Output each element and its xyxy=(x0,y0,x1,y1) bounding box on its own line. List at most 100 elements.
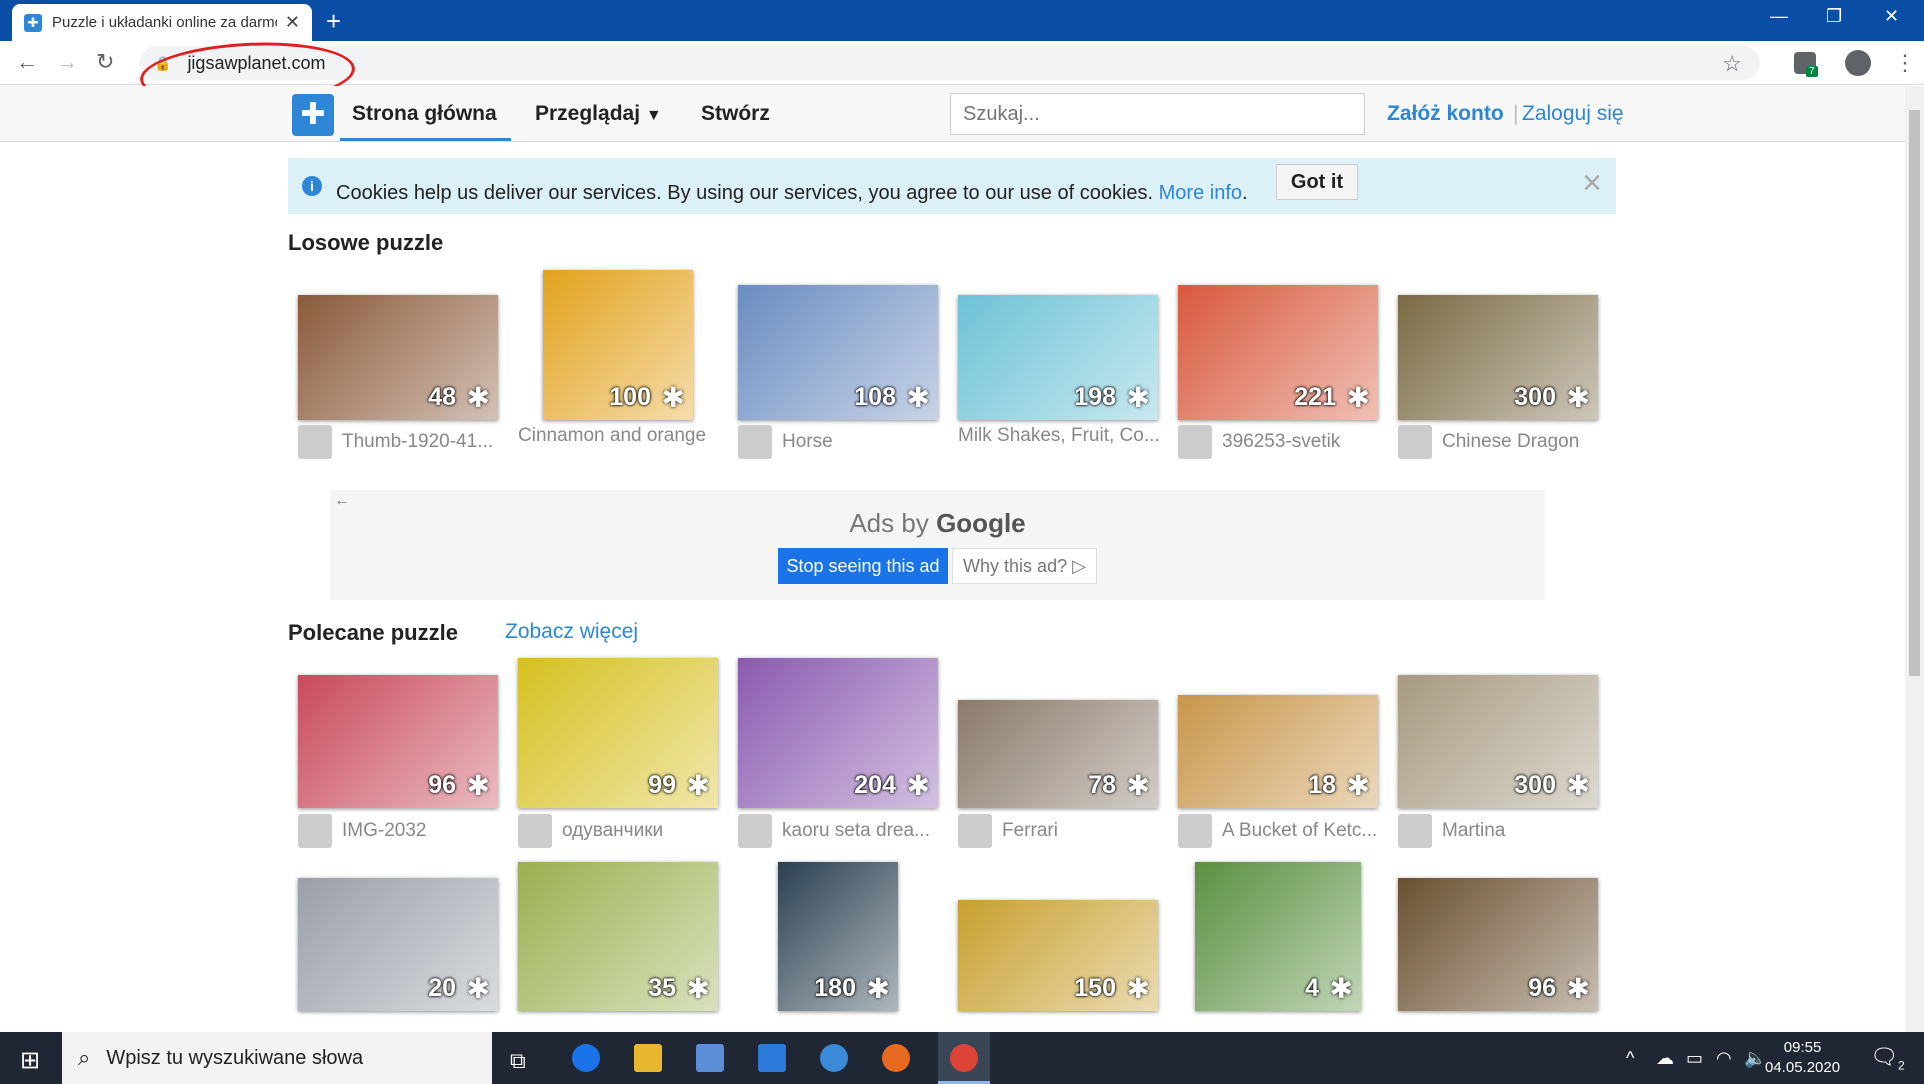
puzzle-name[interactable]: Milk Shakes, Fruit, Co... xyxy=(958,425,1160,447)
header-separator: | xyxy=(1513,102,1519,125)
nav-browse-label: Przeglądaj xyxy=(535,102,641,125)
puzzle-meta: одуванчики xyxy=(518,814,663,848)
puzzle-name[interactable]: Cinnamon and orange xyxy=(518,425,706,447)
forward-icon[interactable]: → xyxy=(56,49,78,75)
volume-icon[interactable]: 🔈 xyxy=(1744,1048,1766,1069)
avatar[interactable] xyxy=(1398,814,1432,848)
restore-icon[interactable]: ❐ xyxy=(1826,6,1842,27)
profile-icon[interactable] xyxy=(1845,50,1871,76)
taskbar-clock[interactable]: 09:55 04.05.2020 xyxy=(1765,1038,1840,1078)
piece-count: 48 xyxy=(428,383,456,411)
cookie-message: Cookies help us deliver our services. By… xyxy=(336,182,1248,204)
address-bar[interactable]: 🔒 jigsawplanet.com ☆ xyxy=(140,46,1760,80)
jigsawplanet-logo-icon[interactable]: ✚ xyxy=(292,94,334,136)
puzzle-meta: Cinnamon and orange xyxy=(518,425,706,447)
nav-browse[interactable]: Przeglądaj ▼ xyxy=(535,102,662,126)
scrollbar-thumb[interactable] xyxy=(1909,110,1920,676)
puzzle-name[interactable]: Horse xyxy=(782,431,833,453)
puzzle-name[interactable]: Thumb-1920-41... xyxy=(342,431,493,453)
taskbar-search[interactable]: ⌕ Wpisz tu wyszukiwane słowa xyxy=(62,1032,492,1084)
login-link[interactable]: Zaloguj się xyxy=(1522,102,1624,126)
puzzle-thumbnail[interactable]: 150 ✱ xyxy=(958,900,1158,1011)
cookie-text: Cookies help us deliver our services. By… xyxy=(336,182,1154,204)
kebab-menu-icon[interactable]: ⋮ xyxy=(1894,50,1916,76)
puzzle-name[interactable]: A Bucket of Ketc... xyxy=(1222,820,1377,842)
taskbar-search-text[interactable]: Wpisz tu wyszukiwane słowa xyxy=(106,1047,363,1070)
puzzle-thumbnail[interactable]: 180 ✱ xyxy=(778,862,898,1011)
avatar[interactable] xyxy=(518,814,552,848)
reload-icon[interactable]: ↻ xyxy=(96,49,114,75)
tray-chevron-icon[interactable]: ^ xyxy=(1626,1048,1634,1069)
avatar[interactable] xyxy=(1178,425,1212,459)
more-info-link[interactable]: More info xyxy=(1159,182,1242,204)
puzzle-name[interactable]: Ferrari xyxy=(1002,820,1058,842)
avatar[interactable] xyxy=(1178,814,1212,848)
puzzle-piece-icon: ✱ xyxy=(466,770,490,801)
avatar[interactable] xyxy=(738,425,772,459)
extension-badge: 7 xyxy=(1806,66,1818,77)
puzzle-thumbnail[interactable]: 198 ✱ xyxy=(958,295,1158,420)
puzzle-thumbnail[interactable]: 221 ✱ xyxy=(1178,285,1378,420)
puzzle-thumbnail[interactable]: 100 ✱ xyxy=(543,270,693,420)
close-window-icon[interactable]: ✕ xyxy=(1884,6,1899,27)
puzzle-name[interactable]: Martina xyxy=(1442,820,1505,842)
avatar[interactable] xyxy=(958,814,992,848)
battery-icon[interactable]: ▭ xyxy=(1686,1048,1703,1069)
nav-create[interactable]: Stwórz xyxy=(701,102,770,126)
puzzle-thumbnail[interactable]: 48 ✱ xyxy=(298,295,498,420)
chrome-taskbar-active[interactable] xyxy=(938,1032,990,1084)
puzzle-thumbnail[interactable]: 78 ✱ xyxy=(958,700,1158,808)
back-icon[interactable]: ← xyxy=(16,49,38,75)
why-this-ad-button[interactable]: Why this ad? ▷ xyxy=(952,548,1097,584)
stop-seeing-ad-button[interactable]: Stop seeing this ad xyxy=(778,548,948,584)
minimize-icon[interactable]: — xyxy=(1770,6,1788,27)
puzzle-thumbnail[interactable]: 35 ✱ xyxy=(518,862,718,1011)
notification-center-icon[interactable]: 🗨2 xyxy=(1870,1044,1905,1072)
close-tab-icon[interactable]: ✕ xyxy=(285,12,300,33)
avatar[interactable] xyxy=(738,814,772,848)
new-tab-icon[interactable]: + xyxy=(326,6,341,37)
avatar[interactable] xyxy=(298,814,332,848)
mail-icon[interactable] xyxy=(758,1044,786,1072)
piece-count: 180 xyxy=(814,974,856,1002)
page-scrollbar[interactable] xyxy=(1905,86,1924,1032)
file-explorer-icon[interactable] xyxy=(634,1044,662,1072)
firefox-icon[interactable] xyxy=(882,1044,910,1072)
nav-home[interactable]: Strona główna xyxy=(340,102,511,141)
task-view-icon[interactable]: ⧉ xyxy=(510,1048,526,1074)
puzzle-thumbnail[interactable]: 96 ✱ xyxy=(298,675,498,808)
puzzle-thumbnail[interactable]: 300 ✱ xyxy=(1398,295,1598,420)
avatar[interactable] xyxy=(1398,425,1432,459)
puzzle-thumbnail[interactable]: 96 ✱ xyxy=(1398,878,1598,1011)
close-banner-icon[interactable]: × xyxy=(1582,164,1602,203)
avatar[interactable] xyxy=(298,425,332,459)
puzzle-meta: Horse xyxy=(738,425,833,459)
app-icon[interactable] xyxy=(820,1044,848,1072)
search-input[interactable] xyxy=(950,93,1365,135)
got-it-button[interactable]: Got it xyxy=(1276,164,1358,200)
puzzle-name[interactable]: kaoru seta drea... xyxy=(782,820,930,842)
store-icon[interactable] xyxy=(696,1044,724,1072)
puzzle-name[interactable]: IMG-2032 xyxy=(342,820,426,842)
puzzle-thumbnail[interactable]: 108 ✱ xyxy=(738,285,938,420)
puzzle-thumbnail[interactable]: 300 ✱ xyxy=(1398,675,1598,808)
puzzle-name[interactable]: одуванчики xyxy=(562,820,663,842)
puzzle-thumbnail[interactable]: 99 ✱ xyxy=(518,658,718,808)
chrome-icon[interactable] xyxy=(950,1044,978,1072)
onedrive-icon[interactable]: ☁ xyxy=(1656,1048,1674,1069)
puzzle-name[interactable]: 396253-svetik xyxy=(1222,431,1340,453)
puzzle-thumbnail[interactable]: 204 ✱ xyxy=(738,658,938,808)
edge-icon[interactable] xyxy=(572,1044,600,1072)
wifi-icon[interactable]: ◠ xyxy=(1716,1048,1732,1069)
piece-count: 221 xyxy=(1294,383,1336,411)
signup-link[interactable]: Załóż konto xyxy=(1387,102,1504,126)
bookmark-star-icon[interactable]: ☆ xyxy=(1722,51,1742,77)
windows-start-icon[interactable]: ⊞ xyxy=(20,1046,40,1075)
piece-count: 204 xyxy=(854,771,896,799)
puzzle-thumbnail[interactable]: 4 ✱ xyxy=(1195,862,1361,1011)
browser-tab[interactable]: ✚ Puzzle i układanki online za darmo ✕ xyxy=(12,4,312,41)
puzzle-name[interactable]: Chinese Dragon xyxy=(1442,431,1579,453)
puzzle-thumbnail[interactable]: 20 ✱ xyxy=(298,878,498,1011)
puzzle-thumbnail[interactable]: 18 ✱ xyxy=(1178,695,1378,808)
see-more-link[interactable]: Zobacz więcej xyxy=(505,620,638,644)
